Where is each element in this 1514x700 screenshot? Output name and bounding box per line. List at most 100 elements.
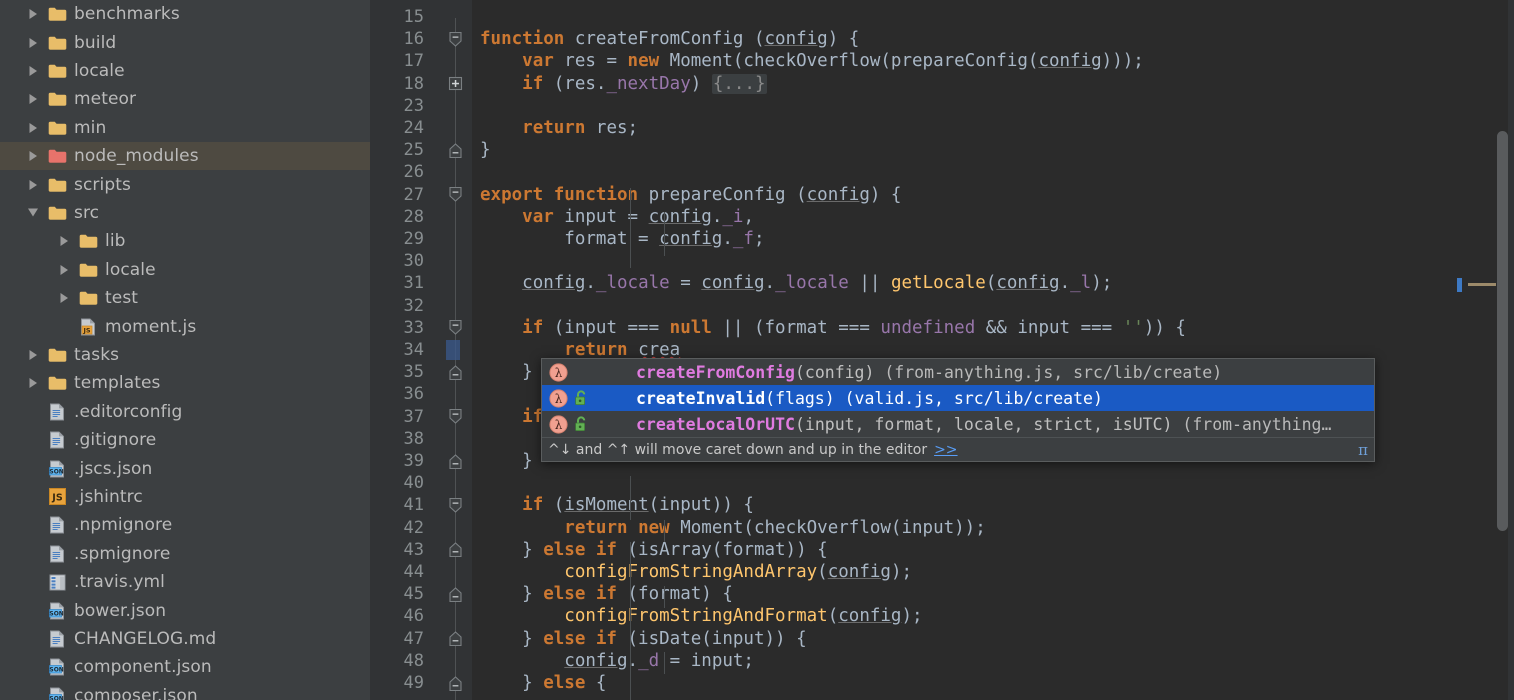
current-line-gutter-marker <box>446 340 460 360</box>
tree-row[interactable]: min <box>0 114 370 142</box>
line-number: 17 <box>403 51 424 72</box>
chevron-right-icon[interactable] <box>22 142 44 170</box>
caret-position-marker[interactable] <box>1457 278 1462 292</box>
chevron-right-icon[interactable] <box>22 57 44 85</box>
tree-row[interactable]: .gitignore <box>0 426 370 454</box>
code-completion-popup[interactable]: λ createFromConfig(config) (from-anything… <box>541 358 1375 462</box>
code-line[interactable]: configFromStringAndFormat(config); <box>480 605 922 627</box>
code-line[interactable]: config._locale = config._locale || getLo… <box>480 272 1112 294</box>
code-line[interactable]: } else { <box>480 672 606 694</box>
chevron-right-icon[interactable] <box>22 171 44 199</box>
chevron-right-icon[interactable] <box>53 256 75 284</box>
tree-row[interactable]: test <box>0 284 370 312</box>
tree-row[interactable]: .npmignore <box>0 511 370 539</box>
tree-row[interactable]: build <box>0 28 370 56</box>
tree-row[interactable]: scripts <box>0 170 370 198</box>
code-line[interactable]: return new Moment(checkOverflow(input)); <box>480 517 985 539</box>
completion-more-link[interactable]: >> <box>934 442 957 458</box>
code-line[interactable]: } else if (isDate(input)) { <box>480 628 807 650</box>
tree-row[interactable]: JSON bower.json <box>0 596 370 624</box>
code-line[interactable]: var res = new Moment(checkOverflow(prepa… <box>480 50 1144 72</box>
tree-row[interactable]: src <box>0 199 370 227</box>
tree-row[interactable]: JSON component.json <box>0 653 370 681</box>
code-line[interactable]: config._d = input; <box>480 650 754 672</box>
tree-row[interactable]: lib <box>0 227 370 255</box>
code-line[interactable]: } <box>480 361 533 383</box>
chevron-right-icon[interactable] <box>22 114 44 142</box>
code-line[interactable]: var input = config._i, <box>480 206 754 228</box>
folder-excluded-icon <box>44 142 70 170</box>
tree-row[interactable]: tasks <box>0 341 370 369</box>
code-line[interactable]: if (res._nextDay) {...} <box>480 73 767 95</box>
fold-end-icon[interactable] <box>446 450 464 472</box>
fold-end-icon[interactable] <box>446 628 464 650</box>
tree-row-label: templates <box>74 373 161 394</box>
line-number: 28 <box>403 206 424 227</box>
tree-row[interactable]: JS moment.js <box>0 312 370 340</box>
fold-collapsed-icon[interactable] <box>446 73 464 95</box>
editor-scrollbar-thumb[interactable] <box>1497 131 1508 531</box>
code-line[interactable]: } else if (isArray(format)) { <box>480 539 828 561</box>
tree-row[interactable]: templates <box>0 369 370 397</box>
code-line[interactable]: if (input === null || (format === undefi… <box>480 317 1186 339</box>
code-line[interactable]: } <box>480 139 491 161</box>
tree-row-label: component.json <box>74 657 212 678</box>
svg-text:JS: JS <box>51 493 63 504</box>
tree-row[interactable]: benchmarks <box>0 0 370 28</box>
fold-end-icon[interactable] <box>446 139 464 161</box>
code-line[interactable]: return res; <box>480 117 638 139</box>
tree-row[interactable]: JSON .jscs.json <box>0 454 370 482</box>
chevron-right-icon[interactable] <box>22 29 44 57</box>
tree-row[interactable]: .editorconfig <box>0 398 370 426</box>
tree-row-label: node_modules <box>74 146 199 167</box>
completion-item[interactable]: λ createInvalid(flags) (valid.js, src/lib… <box>542 385 1374 411</box>
line-number: 39 <box>403 451 424 471</box>
fold-end-icon[interactable] <box>446 539 464 561</box>
chevron-right-icon[interactable] <box>22 85 44 113</box>
editor-right-edge <box>1508 0 1514 700</box>
warning-marker-stripe[interactable] <box>1468 283 1496 286</box>
completion-list[interactable]: λ createFromConfig(config) (from-anything… <box>542 359 1374 437</box>
code-line[interactable]: function createFromConfig (config) { <box>480 28 859 50</box>
line-number: 41 <box>403 495 424 516</box>
completion-item[interactable]: λ createFromConfig(config) (from-anything… <box>542 359 1374 385</box>
completion-hint-bar: ^↓ and ^↑ will move caret down and up in… <box>542 437 1374 461</box>
tree-row[interactable]: node_modules <box>0 142 370 171</box>
tree-row[interactable]: CHANGELOG.md <box>0 625 370 653</box>
code-line[interactable]: if (isMoment(input)) { <box>480 494 754 516</box>
tree-row[interactable]: meteor <box>0 85 370 113</box>
tree-row[interactable]: locale <box>0 256 370 284</box>
code-line[interactable]: configFromStringAndArray(config); <box>480 561 912 583</box>
fold-open-icon[interactable] <box>446 28 464 50</box>
fold-open-icon[interactable] <box>446 184 464 206</box>
code-line[interactable]: } <box>480 450 533 472</box>
tree-row[interactable]: locale <box>0 57 370 85</box>
code-editor[interactable]: 15 16 function createFromConfig (config) {… <box>370 0 1514 700</box>
tree-row[interactable]: .travis.yml <box>0 568 370 596</box>
tree-row[interactable]: .spmignore <box>0 540 370 568</box>
fold-end-icon[interactable] <box>446 361 464 383</box>
js-badge-icon: JS <box>44 483 70 511</box>
chevron-right-icon[interactable] <box>22 369 44 397</box>
code-line[interactable]: } else if (format) { <box>480 583 733 605</box>
completion-item[interactable]: λ createLocalOrUTC(input, format, locale,… <box>542 411 1374 437</box>
fold-open-icon[interactable] <box>446 317 464 339</box>
code-line[interactable]: format = config._f; <box>480 228 764 250</box>
chevron-right-icon[interactable] <box>53 227 75 255</box>
fold-end-icon[interactable] <box>446 583 464 605</box>
fold-open-icon[interactable] <box>446 406 464 428</box>
chevron-right-icon[interactable] <box>22 0 44 28</box>
completion-item-text: createInvalid(flags) (valid.js, src/lib/… <box>592 389 1103 408</box>
tree-row[interactable]: JS .jshintrc <box>0 483 370 511</box>
chevron-right-icon[interactable] <box>22 341 44 369</box>
fold-end-icon[interactable] <box>446 672 464 694</box>
fold-open-icon[interactable] <box>446 494 464 516</box>
chevron-down-icon[interactable] <box>22 199 44 227</box>
project-tree-panel[interactable]: benchmarks build locale meteor min node_modul… <box>0 0 370 700</box>
line-number: 36 <box>403 384 424 405</box>
code-line[interactable]: export function prepareConfig (config) { <box>480 184 901 206</box>
tree-row[interactable]: JSON composer.json <box>0 682 370 700</box>
completion-item-space <box>1172 415 1182 434</box>
chevron-right-icon[interactable] <box>53 284 75 312</box>
